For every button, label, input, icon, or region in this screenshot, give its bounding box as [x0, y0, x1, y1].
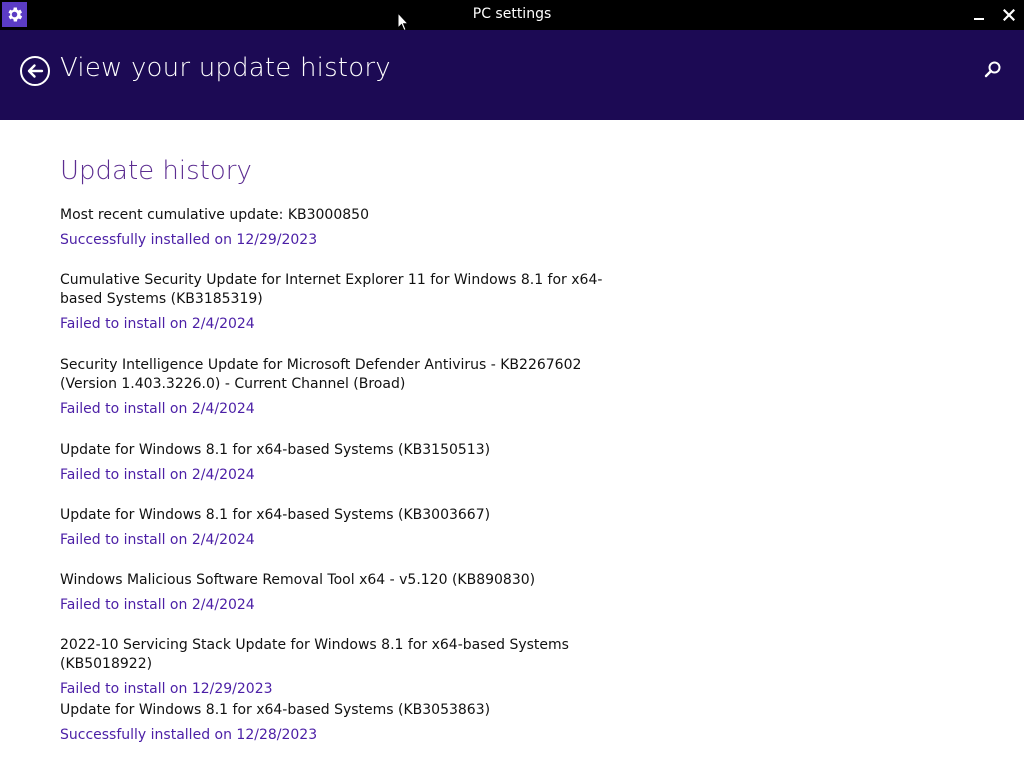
list-item: Update for Windows 8.1 for x64-based Sys… [60, 441, 640, 485]
window-title: PC settings [472, 6, 552, 22]
update-status-link[interactable]: Failed to install on 2/4/2024 [60, 596, 255, 615]
update-status-link[interactable]: Failed to install on 12/29/2023 [60, 680, 273, 699]
page-title: View your update history [60, 53, 391, 83]
close-button[interactable] [994, 0, 1024, 30]
page-header: View your update history [0, 30, 1024, 120]
update-name: Update for Windows 8.1 for x64-based Sys… [60, 507, 491, 523]
section-heading: Update history [60, 156, 252, 186]
update-name: Windows Malicious Software Removal Tool … [60, 572, 536, 588]
update-status-link[interactable]: Successfully installed on 12/29/2023 [60, 231, 317, 250]
update-name: Most recent cumulative update: KB3000850 [60, 207, 369, 223]
minimize-button[interactable] [964, 0, 994, 30]
search-button[interactable] [984, 60, 1006, 82]
update-name: 2022-10 Servicing Stack Update for Windo… [60, 637, 569, 672]
close-icon [1003, 9, 1015, 21]
back-arrow-icon [20, 56, 50, 86]
list-item: Update for Windows 8.1 for x64-based Sys… [60, 506, 640, 550]
update-name: Cumulative Security Update for Internet … [60, 272, 603, 307]
back-button[interactable] [19, 55, 51, 87]
minimize-icon [974, 18, 984, 20]
list-item: Security Intelligence Update for Microso… [60, 356, 640, 419]
update-status-link[interactable]: Successfully installed on 12/28/2023 [60, 726, 317, 745]
list-item: Most recent cumulative update: KB3000850… [60, 206, 640, 250]
update-history-content: Update history Most recent cumulative up… [60, 120, 700, 743]
list-item: Update for Windows 8.1 for x64-based Sys… [60, 701, 640, 745]
update-status-link[interactable]: Failed to install on 2/4/2024 [60, 400, 255, 419]
update-name: Update for Windows 8.1 for x64-based Sys… [60, 442, 491, 458]
mouse-cursor-icon [397, 12, 409, 32]
pc-settings-window: PC settings View your update history Upd… [0, 0, 1024, 768]
update-status-link[interactable]: Failed to install on 2/4/2024 [60, 315, 255, 334]
update-name: Security Intelligence Update for Microso… [60, 357, 582, 392]
update-name: Update for Windows 8.1 for x64-based Sys… [60, 702, 491, 718]
list-item: Windows Malicious Software Removal Tool … [60, 571, 640, 615]
list-item: 2022-10 Servicing Stack Update for Windo… [60, 636, 640, 699]
list-item: Cumulative Security Update for Internet … [60, 271, 640, 334]
search-icon [984, 61, 1001, 78]
title-bar: PC settings [0, 0, 1024, 32]
update-status-link[interactable]: Failed to install on 2/4/2024 [60, 466, 255, 485]
update-status-link[interactable]: Failed to install on 2/4/2024 [60, 531, 255, 550]
